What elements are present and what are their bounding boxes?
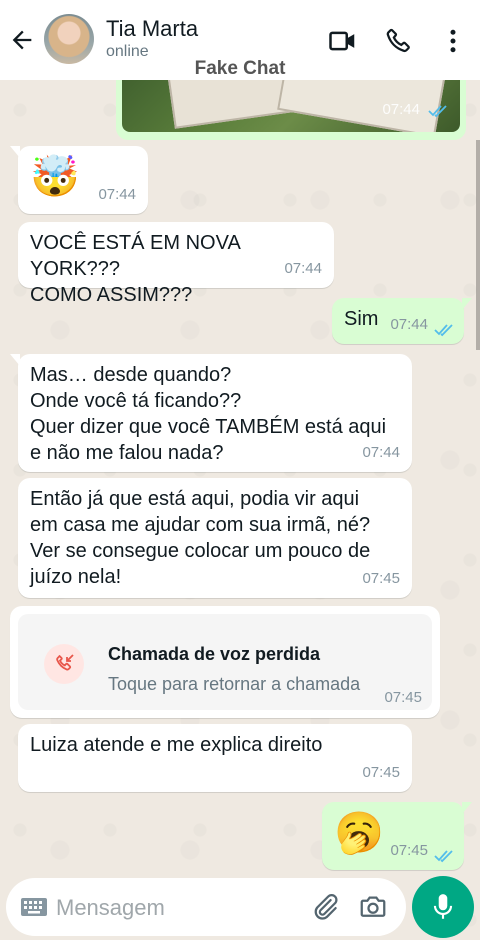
message-time: 07:44 (382, 101, 420, 118)
missed-call-card[interactable]: Chamada de voz perdida Toque para retorn… (18, 614, 432, 710)
message-line: COMO ASSIM??? (30, 284, 193, 306)
missed-call-icon-bg (44, 644, 84, 684)
message-input[interactable]: Mensagem (56, 895, 165, 921)
message-line: Então já que está aqui, podia vir aqui (30, 488, 360, 510)
message-bubble-incoming[interactable]: VOCÊ ESTÁ EM NOVA YORK??? COMO ASSIM??? … (18, 222, 334, 306)
video-call-icon[interactable] (328, 26, 358, 56)
avatar[interactable] (44, 14, 94, 64)
message-time: 07:44 (362, 444, 400, 461)
camera-icon[interactable] (358, 892, 388, 922)
message-bubble-incoming[interactable]: Então já que está aqui, podia vir aqui e… (18, 478, 412, 598)
message-bubble-outgoing[interactable]: Sim 07:44 (332, 298, 472, 344)
message-bubble-incoming[interactable]: Luiza atende e me explica direito 07:45 (18, 724, 412, 792)
message-line: e não me falou nada? (30, 442, 224, 464)
message-line: VOCÊ ESTÁ EM NOVA YORK??? (30, 232, 240, 280)
scrollbar[interactable] (476, 140, 480, 350)
read-ticks-icon (434, 324, 453, 337)
watermark-label: Fake Chat (194, 58, 286, 79)
message-time: 07:44 (390, 316, 428, 333)
message-time: 07:45 (390, 842, 428, 859)
back-arrow-icon[interactable] (8, 26, 36, 54)
message-composer[interactable]: Mensagem (6, 878, 406, 936)
voice-call-icon[interactable] (384, 26, 414, 56)
message-line: Ver se consegue colocar um pouco de (30, 540, 371, 562)
message-bubble-incoming[interactable]: Mas… desde quando? Onde você tá ficando?… (10, 354, 412, 472)
message-text: Luiza atende e me explica direito (30, 734, 323, 756)
bubble-tail (10, 354, 20, 366)
message-bubble-outgoing[interactable]: 🥱 07:45 (322, 802, 472, 870)
message-line: juízo nela! (30, 566, 122, 588)
read-ticks-icon (428, 105, 447, 118)
read-ticks-icon (434, 850, 453, 863)
message-time: 07:45 (362, 764, 400, 781)
message-time: 07:45 (384, 689, 422, 706)
more-menu-icon[interactable] (438, 26, 468, 56)
message-line: Mas… desde quando? (30, 364, 232, 386)
missed-call-subtitle[interactable]: Toque para retornar a chamada (108, 674, 360, 695)
message-line: Quer dizer que você TAMBÉM está aqui (30, 416, 387, 438)
message-line: Onde você tá ficando?? (30, 390, 242, 412)
bubble-tail (462, 802, 472, 814)
missed-call-bubble[interactable]: Chamada de voz perdida Toque para retorn… (10, 606, 440, 718)
message-time: 07:45 (362, 570, 400, 587)
mic-icon (433, 894, 453, 919)
bubble-tail (10, 146, 20, 158)
missed-call-title: Chamada de voz perdida (108, 644, 321, 664)
exploding-head-emoji: 🤯 (30, 155, 80, 199)
keyboard-icon[interactable] (20, 894, 48, 920)
yawning-emoji: 🥱 (334, 811, 384, 855)
message-time: 07:44 (98, 186, 136, 203)
mic-button[interactable] (412, 876, 474, 938)
message-time: 07:44 (284, 260, 322, 277)
missed-call-icon (56, 654, 74, 671)
attach-icon[interactable] (310, 892, 340, 922)
message-text: Sim (344, 308, 379, 330)
message-bubble-incoming[interactable]: 🤯 07:44 (10, 146, 148, 214)
message-line: em casa me ajudar com sua irmã, né? (30, 514, 371, 536)
contact-name[interactable]: Tia Marta (106, 16, 198, 42)
bubble-tail (462, 298, 472, 310)
